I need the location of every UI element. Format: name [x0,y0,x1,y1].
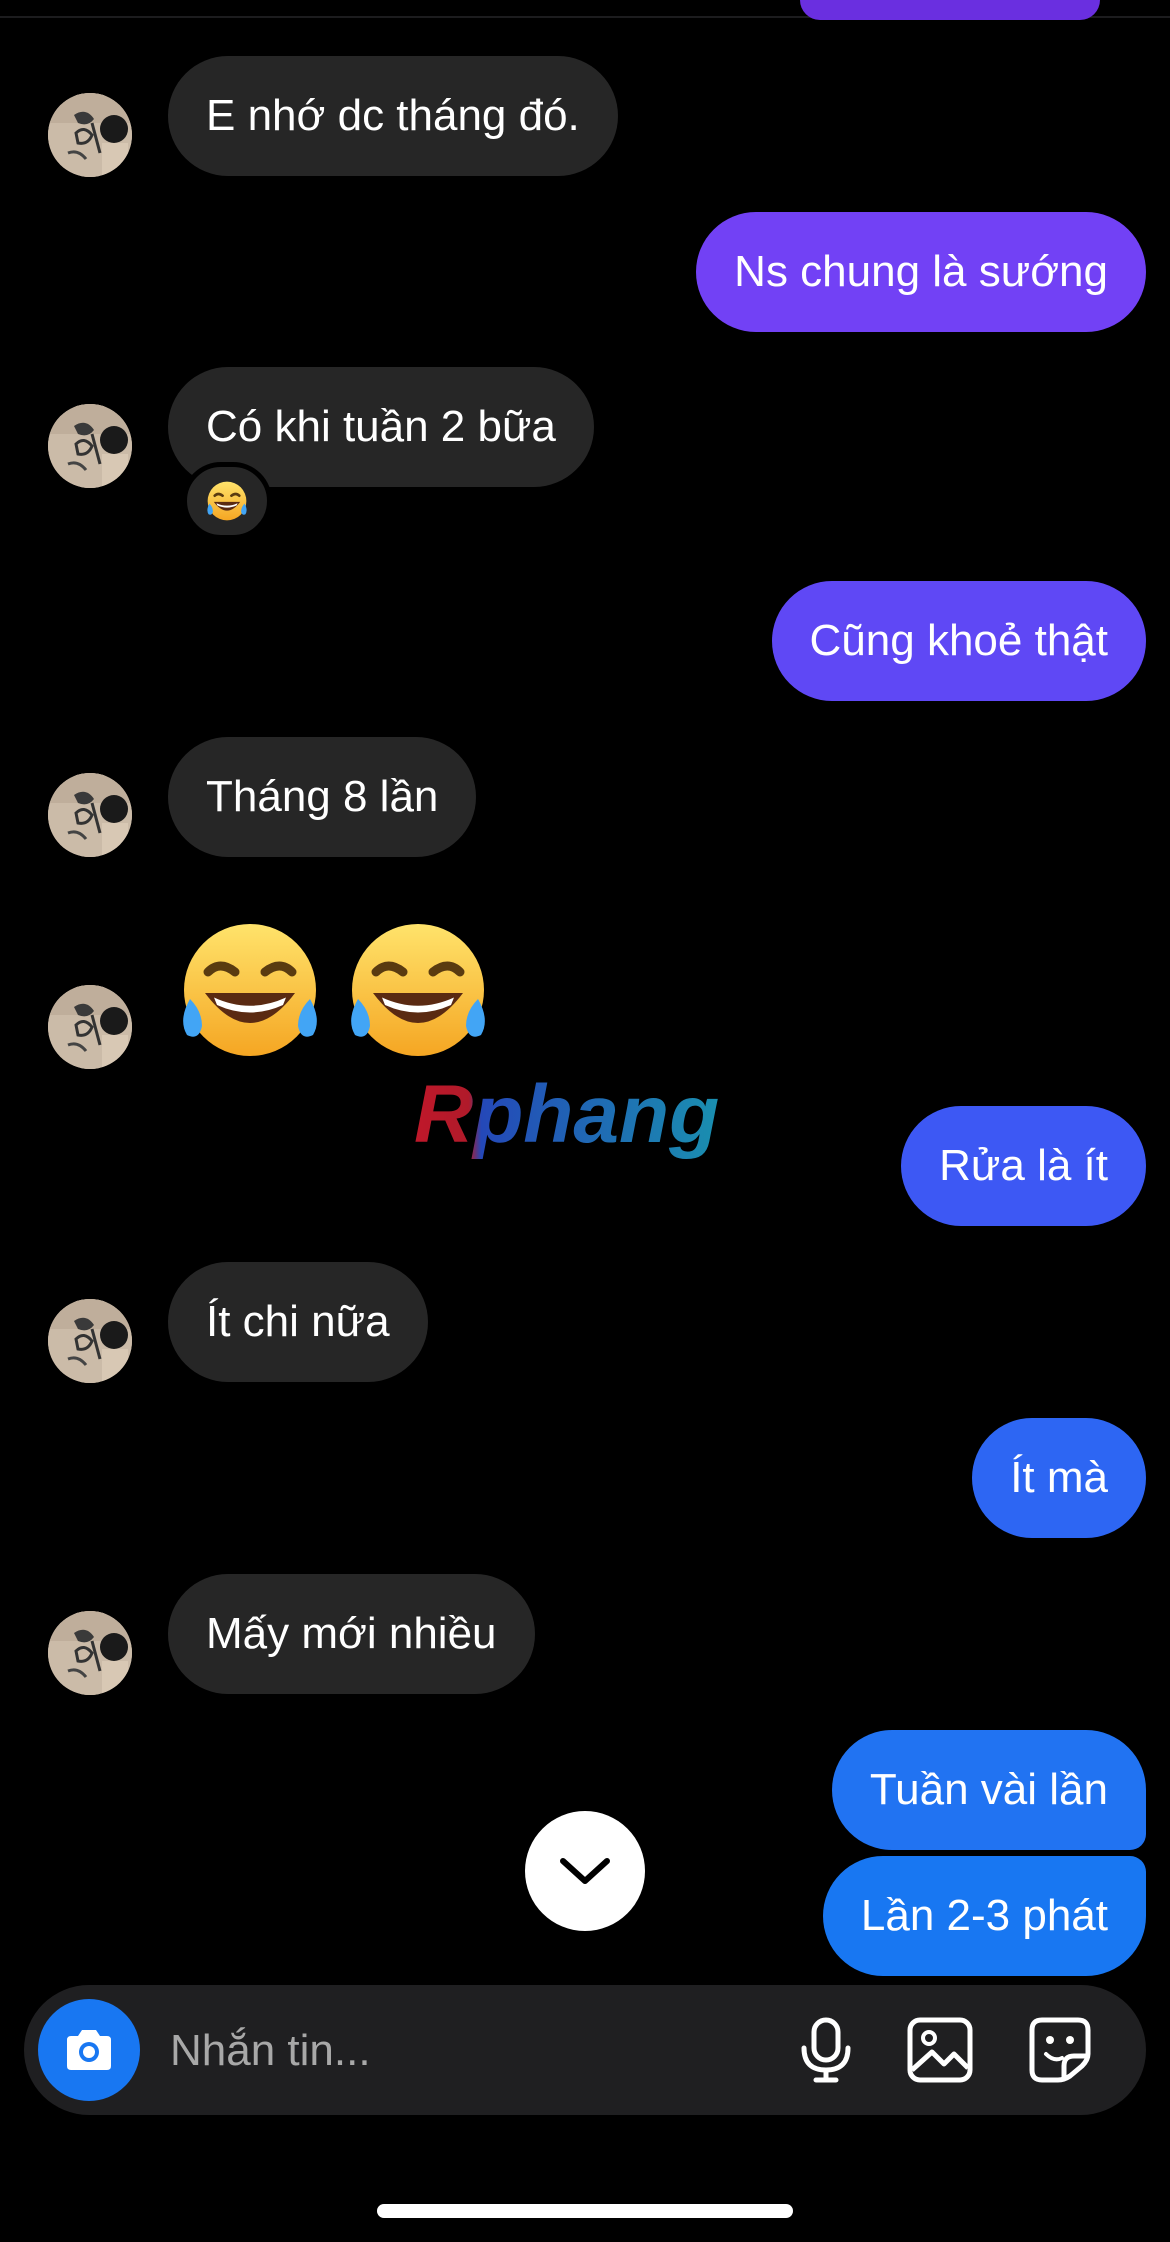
message-bubble-received[interactable]: Tháng 8 lần [168,737,477,857]
microphone-icon[interactable] [790,2014,862,2086]
avatar-image [48,93,132,177]
camera-icon [67,2030,111,2070]
sender-avatar[interactable] [48,985,132,1069]
message-bubble-received[interactable]: E nhớ dc tháng đó. [168,56,618,176]
camera-button[interactable] [38,1999,140,2101]
message-text: Mấy mới nhiều [206,1609,497,1658]
message-text: Ns chung là sướng [734,247,1108,296]
laughing-with-tears-icon[interactable] [170,915,330,1065]
svg-text:Rphang: Rphang [414,1072,719,1160]
message-text: Cũng khoẻ thật [809,616,1108,665]
message-text: Ít chi nữa [206,1297,390,1346]
message-text: E nhớ dc tháng đó. [206,91,580,140]
message-text: Rửa là ít [939,1141,1108,1190]
avatar-image [48,404,132,488]
message-text: Tuần vài lần [869,1765,1108,1814]
message-bubble-sent[interactable]: Cũng khoẻ thật [771,581,1146,701]
laughing-with-tears-icon [205,479,249,523]
sticker-icon[interactable] [1024,2014,1096,2086]
home-indicator [377,2204,793,2218]
message-bubble-sent[interactable]: Rửa là ít [901,1106,1146,1226]
avatar-image [48,985,132,1069]
sender-avatar[interactable] [48,1611,132,1695]
sender-avatar[interactable] [48,1299,132,1383]
message-bubble-received[interactable]: Mấy mới nhiều [168,1574,535,1694]
message-bubble-sent[interactable]: Ít mà [972,1418,1146,1538]
message-bubble-partial [800,0,1100,20]
sender-avatar[interactable] [48,404,132,488]
message-text: Lần 2-3 phát [860,1891,1108,1940]
sender-avatar[interactable] [48,93,132,177]
sender-avatar[interactable] [48,773,132,857]
message-text: Có khi tuần 2 bữa [206,402,556,451]
message-bubble-sent[interactable]: Tuần vài lần [831,1730,1146,1850]
message-text: Tháng 8 lần [206,772,439,821]
scroll-to-bottom-button[interactable] [525,1811,645,1931]
message-text: Ít mà [1010,1453,1108,1502]
message-bubble-sent[interactable]: Ns chung là sướng [696,212,1146,332]
avatar-image [48,1611,132,1695]
avatar-image [48,773,132,857]
watermark-logo: Rphang [414,1072,719,1160]
message-composer [24,1985,1146,2115]
chevron-down-icon [560,1858,610,1884]
laughing-with-tears-icon[interactable] [338,915,498,1065]
message-input[interactable] [168,2010,772,2092]
message-bubble-sent[interactable]: Lần 2-3 phát [822,1856,1146,1976]
message-bubble-received[interactable]: Ít chi nữa [168,1262,428,1382]
message-reaction[interactable] [182,462,272,540]
gallery-icon[interactable] [904,2014,976,2086]
avatar-image [48,1299,132,1383]
